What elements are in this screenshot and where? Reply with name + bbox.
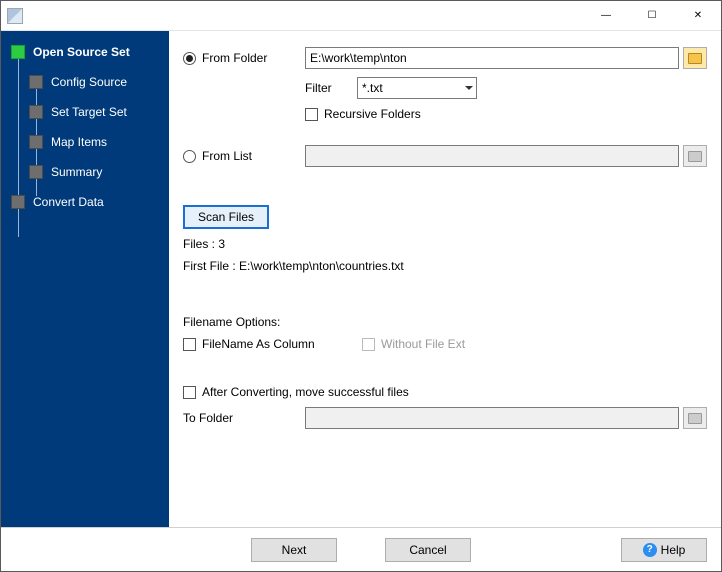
sidebar-item-convert-data[interactable]: Convert Data [1, 187, 169, 217]
maximize-button[interactable]: ☐ [629, 1, 675, 31]
recursive-folders-label: Recursive Folders [324, 107, 421, 121]
sidebar-item-label: Convert Data [33, 195, 104, 209]
folder-icon [688, 413, 702, 424]
step-marker-icon [29, 75, 43, 89]
titlebar: — ☐ ✕ [1, 1, 721, 31]
filename-as-column-checkbox[interactable] [183, 338, 196, 351]
filter-value: *.txt [362, 81, 383, 95]
close-button[interactable]: ✕ [675, 1, 721, 31]
app-window: — ☐ ✕ Open Source Set Config Source Set … [0, 0, 722, 572]
footer: Next Cancel ? Help [1, 527, 721, 571]
files-count-label: Files : 3 [183, 237, 225, 251]
to-folder-browse-button [683, 407, 707, 429]
after-converting-label: After Converting, move successful files [202, 385, 409, 399]
step-marker-icon [11, 195, 25, 209]
sidebar-item-set-target-set[interactable]: Set Target Set [1, 97, 169, 127]
filename-options-header: Filename Options: [183, 315, 280, 329]
from-folder-browse-button[interactable] [683, 47, 707, 69]
recursive-folders-checkbox[interactable] [305, 108, 318, 121]
sidebar-item-label: Map Items [51, 135, 107, 149]
step-marker-icon [11, 45, 25, 59]
from-folder-label: From Folder [202, 51, 267, 65]
folder-icon [688, 53, 702, 64]
without-file-ext-checkbox [362, 338, 375, 351]
after-converting-checkbox[interactable] [183, 386, 196, 399]
filter-label: Filter [305, 81, 357, 95]
step-marker-icon [29, 165, 43, 179]
minimize-button[interactable]: — [583, 1, 629, 31]
sidebar-item-summary[interactable]: Summary [1, 157, 169, 187]
sidebar-item-config-source[interactable]: Config Source [1, 67, 169, 97]
wizard-sidebar: Open Source Set Config Source Set Target… [1, 31, 169, 527]
main-panel: From Folder Filter *.txt Recursive Folde… [169, 31, 721, 527]
app-icon [7, 8, 23, 24]
file-icon [688, 151, 702, 162]
sidebar-item-label: Summary [51, 165, 102, 179]
sidebar-item-map-items[interactable]: Map Items [1, 127, 169, 157]
filter-combo[interactable]: *.txt [357, 77, 477, 99]
sidebar-item-label: Config Source [51, 75, 127, 89]
from-folder-radio[interactable] [183, 52, 196, 65]
to-folder-input [305, 407, 679, 429]
help-label: Help [661, 543, 686, 557]
chevron-down-icon [465, 86, 473, 90]
sidebar-item-open-source-set[interactable]: Open Source Set [1, 37, 169, 67]
from-list-browse-button [683, 145, 707, 167]
from-list-label: From List [202, 149, 252, 163]
without-file-ext-label: Without File Ext [381, 337, 465, 351]
help-button[interactable]: ? Help [621, 538, 707, 562]
first-file-label: First File : E:\work\temp\nton\countries… [183, 259, 404, 273]
scan-files-button[interactable]: Scan Files [183, 205, 269, 229]
cancel-button[interactable]: Cancel [385, 538, 471, 562]
sidebar-item-label: Open Source Set [33, 45, 130, 59]
step-marker-icon [29, 135, 43, 149]
filename-as-column-label: FileName As Column [202, 337, 362, 351]
from-folder-input[interactable] [305, 47, 679, 69]
sidebar-item-label: Set Target Set [51, 105, 127, 119]
step-marker-icon [29, 105, 43, 119]
to-folder-label: To Folder [183, 411, 305, 425]
from-list-input [305, 145, 679, 167]
next-button[interactable]: Next [251, 538, 337, 562]
from-list-radio[interactable] [183, 150, 196, 163]
help-icon: ? [643, 543, 657, 557]
